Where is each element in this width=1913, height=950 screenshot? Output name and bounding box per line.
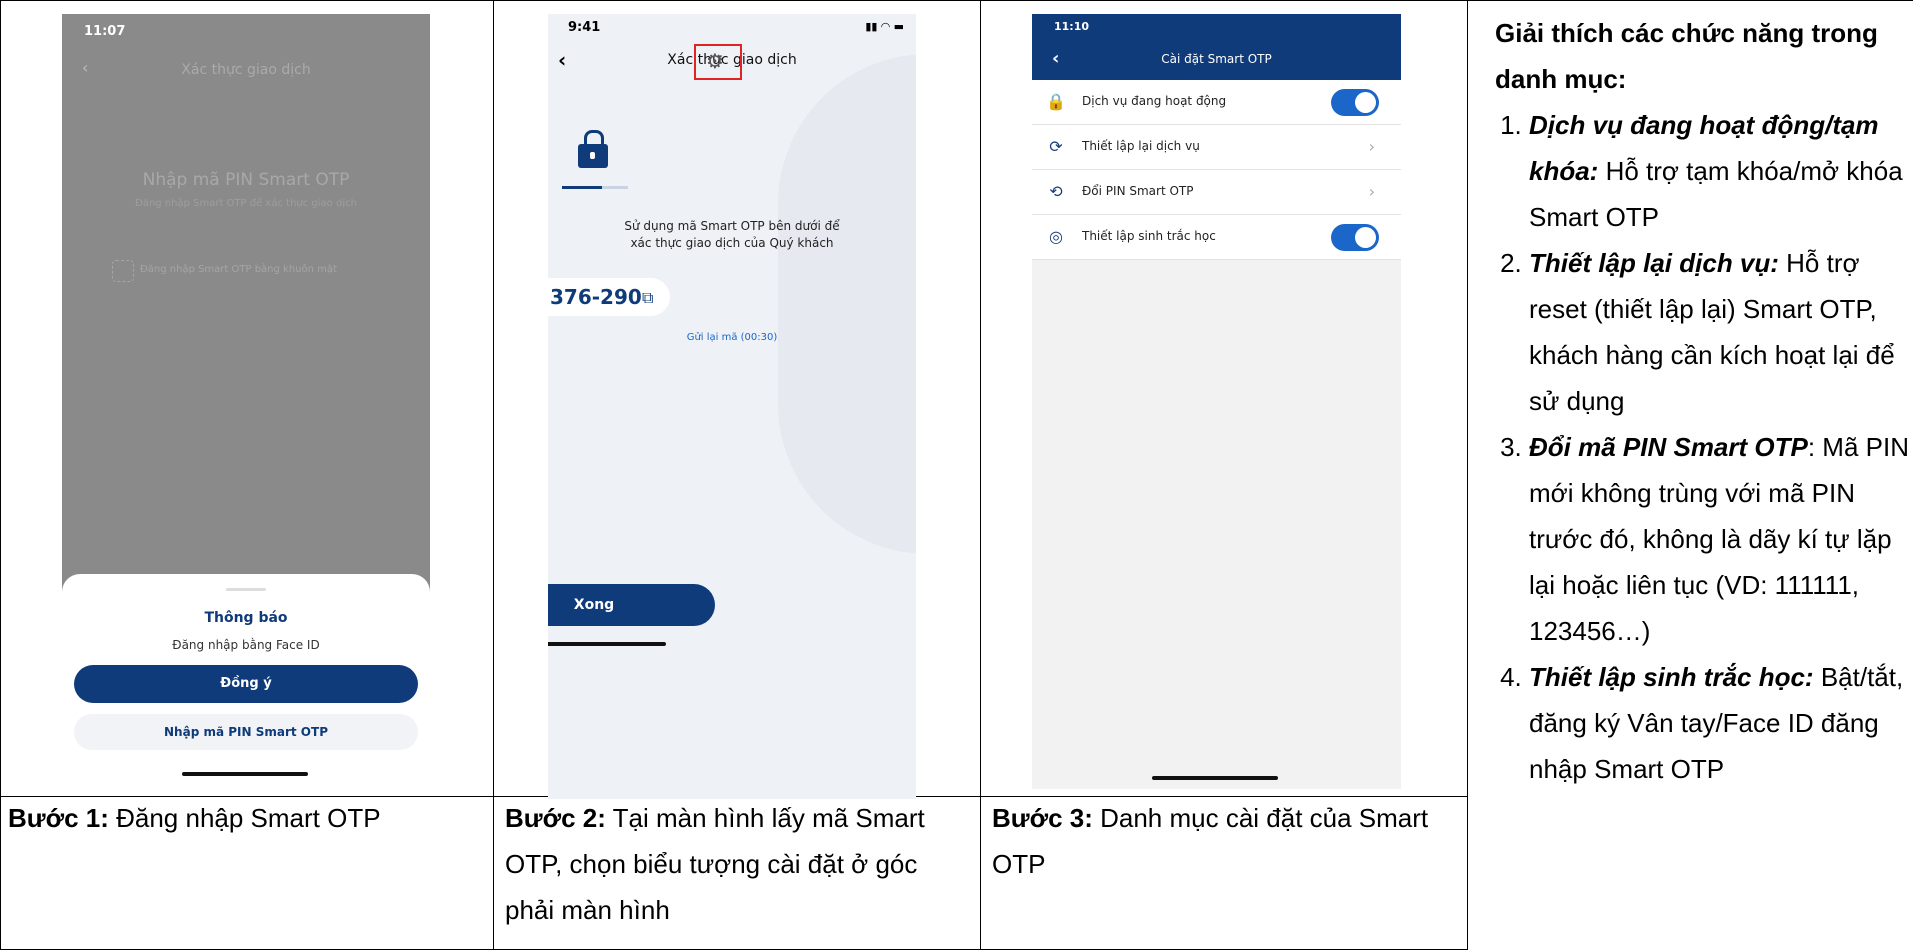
explanation-list: Dịch vụ đang hoạt động/tạm khóa: Hỗ trợ … [1495,102,1913,792]
phone-screen-settings: 11:10 ‹ Cài đặt Smart OTP 🔒 Dịch vụ đang… [1032,14,1401,789]
home-indicator [182,772,308,776]
chevron-right-icon: › [1368,137,1375,156]
lock-icon: 🔒 [1046,92,1066,111]
otp-description-2: xác thực giao dịch của Quý khách [630,236,834,250]
phone-screen-otp: 9:41 ▮▮ ◠ ▬ ‹ Xác thực giao dịch ⚙ Sử dụ… [548,14,916,799]
settings-row-reset[interactable]: ⟳ Thiết lập lại dịch vụ › [1032,125,1401,170]
item-term: Đổi mã PIN Smart OTP [1529,432,1808,462]
table-border [980,0,981,950]
biometric-toggle[interactable] [1331,224,1379,251]
copy-icon[interactable]: ⧉ [642,288,653,308]
enter-pin-button[interactable]: Nhập mã PIN Smart OTP [74,714,418,750]
table-border [0,0,1,950]
table-border [493,0,494,950]
step-3-caption: Bước 3: Danh mục cài đặt của Smart OTP [992,795,1458,887]
done-button[interactable]: Xong [548,584,715,626]
table-border [1467,0,1468,950]
change-pin-icon: ⟲ [1049,182,1063,201]
sheet-handle [226,588,266,591]
status-time: 9:41 [568,20,601,35]
otp-code: 376-290 [550,285,642,309]
step-label: Bước 3: [992,803,1093,833]
list-item: Thiết lập lại dịch vụ: Hỗ trợ reset (thi… [1529,240,1913,424]
step-label: Bước 1: [8,803,109,833]
agree-button[interactable]: Đồng ý [74,665,418,703]
item-term: Thiết lập lại dịch vụ: [1529,248,1779,278]
otp-description-1: Sử dụng mã Smart OTP bên dưới để [624,219,840,233]
item-term: Thiết lập sinh trắc học: [1529,662,1814,692]
step-1-caption: Bước 1: Đăng nhập Smart OTP [8,795,484,841]
chevron-right-icon: › [1368,182,1375,201]
step-text: Đăng nhập Smart OTP [108,803,381,833]
sheet-title: Thông báo [204,610,288,626]
screen-title: Xác thực giao dịch [181,62,311,78]
face-login-link[interactable]: Đăng nhập Smart OTP bằng khuôn mặt [140,264,337,275]
list-item: Đổi mã PIN Smart OTP: Mã PIN mới không t… [1529,424,1913,654]
row-label: Thiết lập lại dịch vụ [1082,139,1200,153]
sheet-message: Đăng nhập bằng Face ID [172,638,320,652]
progress-fill [562,186,602,189]
item-desc: : Mã PIN mới không trùng với mã PIN trướ… [1529,432,1909,646]
progress-track [562,186,628,189]
refresh-icon: ⟳ [1049,137,1063,156]
gear-icon[interactable]: ⚙ [706,49,724,73]
step-2-caption: Bước 2: Tại màn hình lấy mã Smart OTP, c… [505,795,973,933]
service-toggle[interactable] [1331,89,1379,116]
otp-code-box: 376-290 ⧉ [548,278,670,316]
fingerprint-icon: ◎ [1049,227,1063,246]
resend-link[interactable]: Gửi lại mã (00:30) [548,332,916,343]
status-time: 11:07 [84,24,126,39]
screen-title: Cài đặt Smart OTP [1161,52,1272,66]
pin-subtitle: Đăng nhập Smart OTP để xác thực giao dịc… [135,198,357,209]
lock-icon [578,130,608,168]
row-label: Thiết lập sinh trắc học [1082,229,1216,243]
list-item: Thiết lập sinh trắc học: Bật/tắt, đăng k… [1529,654,1913,792]
table-border [0,0,1913,1]
settings-row-biometric[interactable]: ◎ Thiết lập sinh trắc học [1032,215,1401,260]
settings-row-change-pin[interactable]: ⟲ Đổi PIN Smart OTP › [1032,170,1401,215]
list-item: Dịch vụ đang hoạt động/tạm khóa: Hỗ trợ … [1529,102,1913,240]
notification-sheet: Thông báo Đăng nhập bằng Face ID Đồng ý … [62,574,430,789]
explanation-heading: Giải thích các chức năng trong danh mục: [1495,18,1878,94]
function-explanations: Giải thích các chức năng trong danh mục:… [1495,10,1913,792]
home-indicator [1152,776,1278,780]
home-indicator [548,642,666,646]
settings-row-service-status[interactable]: 🔒 Dịch vụ đang hoạt động [1032,80,1401,125]
status-icons: ▮▮ ◠ ▬ [865,20,904,33]
face-id-icon [112,260,134,282]
background-shape [778,54,916,554]
pin-title: Nhập mã PIN Smart OTP [142,170,350,190]
phone-screen-login: 11:07 ‹ Xác thực giao dịch Nhập mã PIN S… [62,14,430,789]
row-label: Đổi PIN Smart OTP [1082,184,1194,198]
step-label: Bước 2: [505,803,606,833]
app-header: 11:10 ‹ Cài đặt Smart OTP [1032,14,1401,80]
status-time: 11:10 [1054,20,1090,33]
row-label: Dịch vụ đang hoạt động [1082,94,1227,108]
